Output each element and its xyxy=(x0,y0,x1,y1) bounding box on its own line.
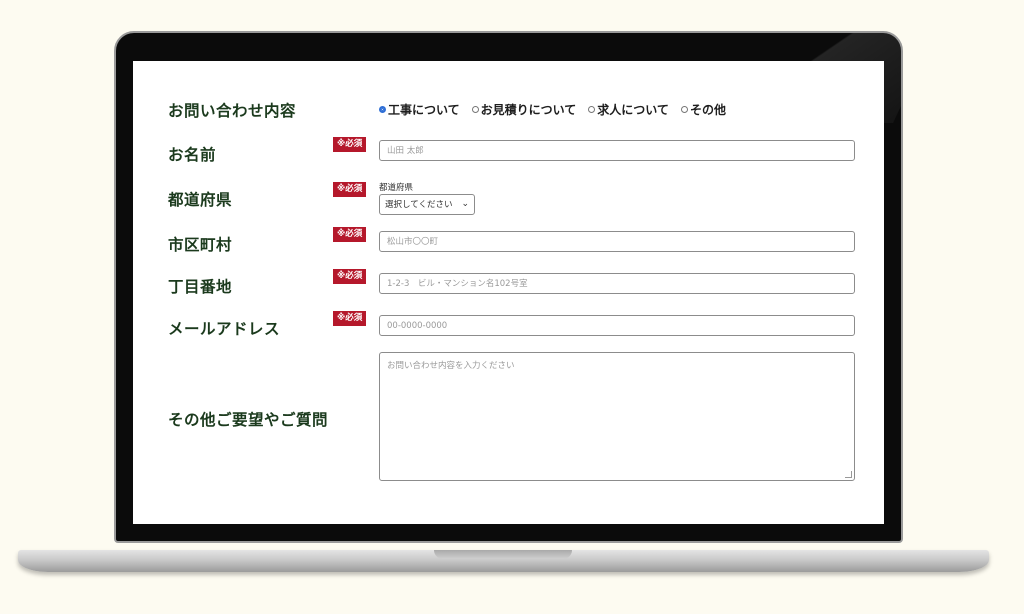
radio-unchecked-icon[interactable] xyxy=(471,106,479,113)
resize-handle-icon[interactable] xyxy=(845,471,852,478)
inquiry-radio-group: 工事について お見積りについて 求人について その他 xyxy=(379,101,726,118)
radio-label-construction: 工事について xyxy=(388,103,460,117)
radio-unchecked-icon[interactable] xyxy=(588,106,596,113)
city-label: 市区町村 xyxy=(168,236,233,254)
other-placeholder: お問い合わせ内容を入力ください xyxy=(387,361,515,371)
radio-label-other: その他 xyxy=(689,103,726,117)
name-input[interactable]: 山田 太郎 xyxy=(379,140,855,161)
email-input[interactable]: 00-0000-0000 xyxy=(379,315,855,336)
laptop-base-notch xyxy=(434,550,572,559)
required-badge: ※必須 xyxy=(333,311,367,326)
required-badge: ※必須 xyxy=(333,182,367,197)
radio-checked-icon[interactable] xyxy=(379,106,386,113)
required-badge: ※必須 xyxy=(333,137,367,152)
prefecture-label: 都道府県 xyxy=(168,191,233,209)
name-label: お名前 xyxy=(168,146,217,164)
required-badge: ※必須 xyxy=(333,227,367,242)
address-label: 丁目番地 xyxy=(168,278,233,296)
radio-unchecked-icon[interactable] xyxy=(680,106,688,113)
chevron-down-icon: ⌄ xyxy=(461,199,469,209)
prefecture-selected-value: 選択してください xyxy=(385,200,453,210)
laptop-screen: お問い合わせ内容 工事について お見積りについて 求人について その他 お名前 … xyxy=(133,61,884,524)
email-label: メールアドレス xyxy=(168,320,281,338)
prefecture-caption: 都道府県 xyxy=(379,183,414,193)
radio-recruit[interactable]: 求人について xyxy=(588,101,669,118)
inquiry-label: お問い合わせ内容 xyxy=(168,102,297,120)
required-badge: ※必須 xyxy=(333,269,367,284)
radio-construction[interactable]: 工事について xyxy=(379,101,460,118)
radio-label-recruit: 求人について xyxy=(597,103,669,117)
address-input[interactable]: 1-2-3 ビル・マンション名102号室 xyxy=(379,273,855,294)
other-textarea[interactable]: お問い合わせ内容を入力ください xyxy=(379,352,855,481)
radio-other[interactable]: その他 xyxy=(680,101,726,118)
prefecture-select[interactable]: 選択してください ⌄ xyxy=(379,194,475,215)
radio-label-estimate: お見積りについて xyxy=(480,103,577,117)
laptop-base xyxy=(18,550,989,572)
other-label: その他ご要望やご質問 xyxy=(168,411,329,429)
city-input[interactable]: 松山市〇〇町 xyxy=(379,231,855,252)
radio-estimate[interactable]: お見積りについて xyxy=(471,101,577,118)
